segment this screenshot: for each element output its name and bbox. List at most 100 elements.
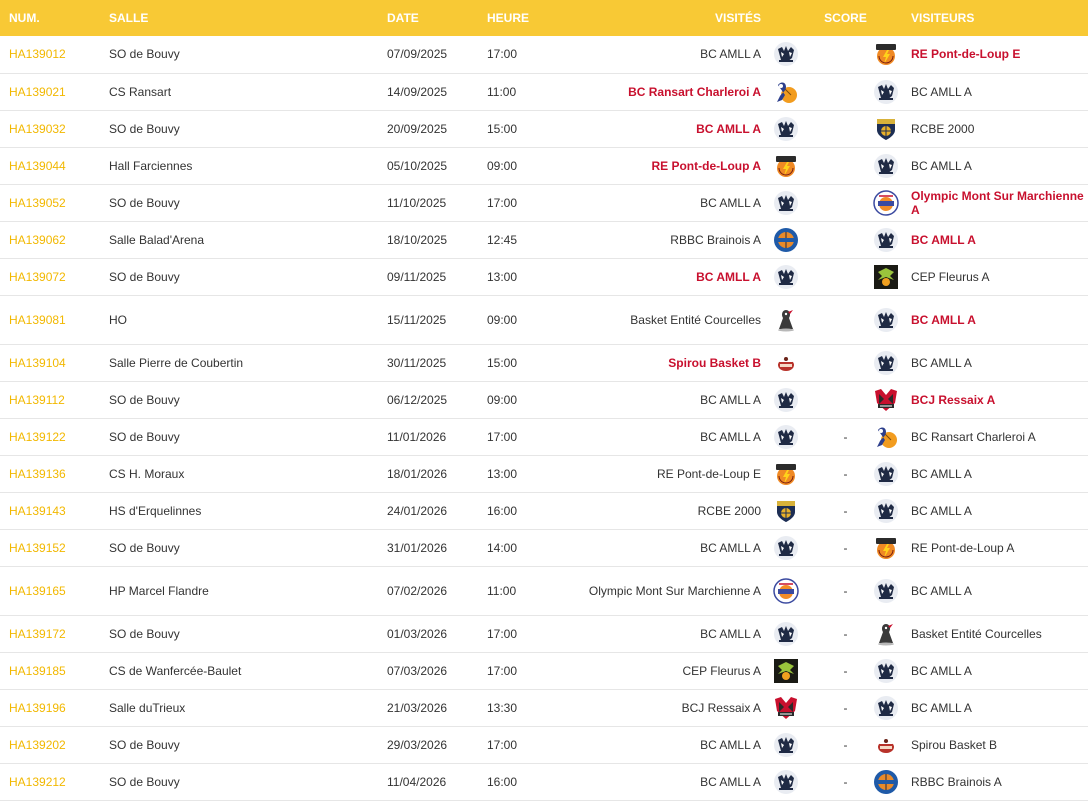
spirou-logo[interactable]: [873, 732, 899, 758]
away-team[interactable]: Spirou Basket B: [908, 726, 1088, 763]
amll-logo[interactable]: [773, 190, 799, 216]
home-team[interactable]: BC AMLL A: [558, 36, 773, 73]
away-team[interactable]: BC AMLL A: [908, 566, 1088, 615]
home-team[interactable]: RE Pont-de-Loup A: [558, 147, 773, 184]
match-number[interactable]: HA139172: [0, 615, 100, 652]
home-team[interactable]: BC AMLL A: [558, 258, 773, 295]
spirou-logo[interactable]: [773, 350, 799, 376]
eclairs-logo[interactable]: [773, 461, 799, 487]
home-team[interactable]: BC AMLL A: [558, 615, 773, 652]
ressaix-logo[interactable]: [873, 387, 899, 413]
home-team[interactable]: CEP Fleurus A: [558, 652, 773, 689]
match-number[interactable]: HA139044: [0, 147, 100, 184]
home-team[interactable]: BC AMLL A: [558, 763, 773, 800]
away-team[interactable]: BC AMLL A: [908, 689, 1088, 726]
match-number[interactable]: HA139012: [0, 36, 100, 73]
away-team[interactable]: BC AMLL A: [908, 295, 1088, 344]
match-number[interactable]: HA139152: [0, 529, 100, 566]
home-team[interactable]: BC Ransart Charleroi A: [558, 73, 773, 110]
home-team[interactable]: RE Pont-de-Loup E: [558, 455, 773, 492]
rcbe-logo[interactable]: [773, 498, 799, 524]
courcelles-logo[interactable]: [773, 307, 799, 333]
away-team[interactable]: BC AMLL A: [908, 73, 1088, 110]
header-heure[interactable]: HEURE: [478, 0, 558, 36]
match-number[interactable]: HA139032: [0, 110, 100, 147]
amll-logo[interactable]: [873, 79, 899, 105]
home-team[interactable]: BC AMLL A: [558, 418, 773, 455]
away-team[interactable]: RCBE 2000: [908, 110, 1088, 147]
amll-logo[interactable]: [873, 153, 899, 179]
away-team[interactable]: BC AMLL A: [908, 455, 1088, 492]
amll-logo[interactable]: [773, 116, 799, 142]
amll-logo[interactable]: [773, 387, 799, 413]
amll-logo[interactable]: [873, 498, 899, 524]
eclairs-logo[interactable]: [773, 153, 799, 179]
match-number[interactable]: HA139081: [0, 295, 100, 344]
amll-logo[interactable]: [773, 732, 799, 758]
home-team[interactable]: BC AMLL A: [558, 381, 773, 418]
away-team[interactable]: BC Ransart Charleroi A: [908, 418, 1088, 455]
amll-logo[interactable]: [773, 41, 799, 67]
match-number[interactable]: HA139202: [0, 726, 100, 763]
amll-logo[interactable]: [873, 350, 899, 376]
match-number[interactable]: HA139052: [0, 184, 100, 221]
away-team[interactable]: BC AMLL A: [908, 221, 1088, 258]
amll-logo[interactable]: [873, 227, 899, 253]
away-team[interactable]: Basket Entité Courcelles: [908, 615, 1088, 652]
home-team[interactable]: Olympic Mont Sur Marchienne A: [558, 566, 773, 615]
amll-logo[interactable]: [773, 621, 799, 647]
away-team[interactable]: BCJ Ressaix A: [908, 381, 1088, 418]
header-salle[interactable]: SALLE: [100, 0, 378, 36]
header-date[interactable]: DATE: [378, 0, 478, 36]
header-visiteurs[interactable]: VISITEURS: [908, 0, 1088, 36]
amll-logo[interactable]: [873, 307, 899, 333]
away-team[interactable]: BC AMLL A: [908, 652, 1088, 689]
eclairs-logo[interactable]: [873, 41, 899, 67]
header-num[interactable]: NUM.: [0, 0, 100, 36]
header-score[interactable]: SCORE: [818, 0, 873, 36]
fleurus-logo[interactable]: [773, 658, 799, 684]
match-number[interactable]: HA139021: [0, 73, 100, 110]
ransart-logo[interactable]: [873, 424, 899, 450]
match-number[interactable]: HA139112: [0, 381, 100, 418]
eclairs-logo[interactable]: [873, 535, 899, 561]
match-number[interactable]: HA139136: [0, 455, 100, 492]
home-team[interactable]: RCBE 2000: [558, 492, 773, 529]
brainois-logo[interactable]: [773, 227, 799, 253]
olympic-logo[interactable]: [773, 577, 799, 604]
home-team[interactable]: BC AMLL A: [558, 184, 773, 221]
amll-logo[interactable]: [773, 769, 799, 795]
amll-logo[interactable]: [773, 424, 799, 450]
away-team[interactable]: RE Pont-de-Loup A: [908, 529, 1088, 566]
away-team[interactable]: BC AMLL A: [908, 344, 1088, 381]
home-team[interactable]: BC AMLL A: [558, 529, 773, 566]
match-number[interactable]: HA139196: [0, 689, 100, 726]
match-number[interactable]: HA139165: [0, 566, 100, 615]
match-number[interactable]: HA139212: [0, 763, 100, 800]
match-number[interactable]: HA139143: [0, 492, 100, 529]
away-team[interactable]: RBBC Brainois A: [908, 763, 1088, 800]
away-team[interactable]: CEP Fleurus A: [908, 258, 1088, 295]
home-team[interactable]: BC AMLL A: [558, 726, 773, 763]
match-number[interactable]: HA139122: [0, 418, 100, 455]
away-team[interactable]: BC AMLL A: [908, 492, 1088, 529]
fleurus-logo[interactable]: [873, 264, 899, 290]
amll-logo[interactable]: [873, 658, 899, 684]
brainois-logo[interactable]: [873, 769, 899, 795]
home-team[interactable]: Spirou Basket B: [558, 344, 773, 381]
match-number[interactable]: HA139062: [0, 221, 100, 258]
amll-logo[interactable]: [873, 578, 899, 604]
amll-logo[interactable]: [773, 535, 799, 561]
ressaix-logo[interactable]: [773, 695, 799, 721]
header-visites[interactable]: VISITÉS: [558, 0, 773, 36]
home-team[interactable]: BC AMLL A: [558, 110, 773, 147]
ransart-logo[interactable]: [773, 79, 799, 105]
home-team[interactable]: BCJ Ressaix A: [558, 689, 773, 726]
courcelles-logo[interactable]: [873, 621, 899, 647]
away-team[interactable]: Olympic Mont Sur Marchienne A: [908, 184, 1088, 221]
away-team[interactable]: BC AMLL A: [908, 147, 1088, 184]
match-number[interactable]: HA139104: [0, 344, 100, 381]
rcbe-logo[interactable]: [873, 116, 899, 142]
match-number[interactable]: HA139185: [0, 652, 100, 689]
home-team[interactable]: RBBC Brainois A: [558, 221, 773, 258]
